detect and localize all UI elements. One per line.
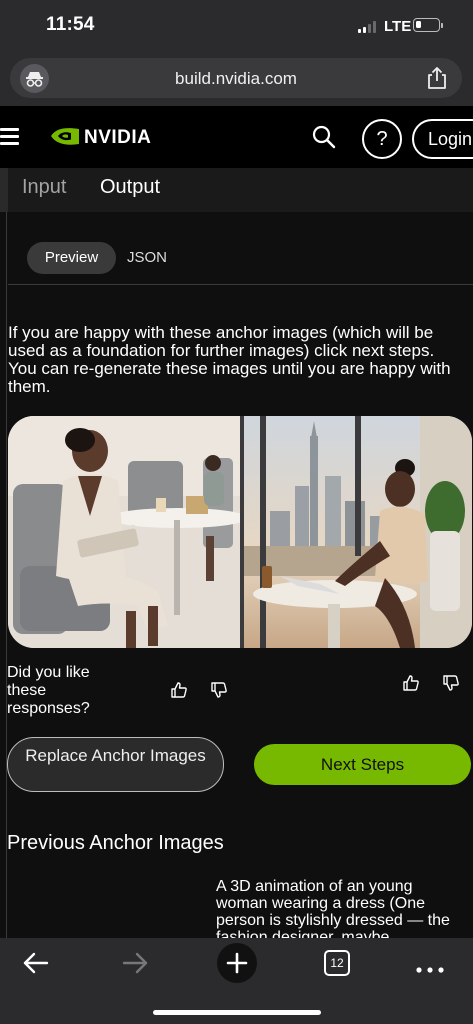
network-label: LTE bbox=[384, 18, 412, 35]
status-time: 11:54 bbox=[46, 14, 95, 35]
thumbs-up-icon[interactable] bbox=[402, 674, 420, 692]
tabs-icon[interactable]: 12 bbox=[324, 950, 350, 976]
tab-input[interactable]: Input bbox=[22, 176, 66, 199]
more-icon[interactable] bbox=[416, 960, 444, 978]
share-icon[interactable] bbox=[424, 65, 450, 91]
next-steps-button[interactable]: Next Steps bbox=[254, 744, 471, 785]
anchor-image-2[interactable] bbox=[240, 416, 472, 648]
menu-icon[interactable] bbox=[0, 128, 20, 146]
tab-output[interactable]: Output bbox=[100, 176, 160, 199]
site-header: NVIDIA ? Login bbox=[0, 106, 473, 168]
intro-text: If you are happy with these anchor image… bbox=[8, 323, 451, 396]
nvidia-logo-icon[interactable] bbox=[49, 125, 81, 147]
brand-wordmark[interactable]: NVIDIA bbox=[84, 127, 151, 149]
previous-anchor-description: A 3D animation of an young woman wearing… bbox=[216, 878, 450, 946]
search-icon[interactable] bbox=[311, 124, 337, 150]
feedback-question: Did you like these responses? bbox=[7, 664, 90, 717]
previous-anchor-images-title: Previous Anchor Images bbox=[7, 832, 224, 854]
io-tabs: Input Output bbox=[0, 168, 473, 212]
preview-toggle[interactable]: Preview bbox=[27, 242, 116, 274]
browser-address-area: build.nvidia.com bbox=[0, 54, 473, 106]
anchor-image-gallery bbox=[8, 416, 472, 648]
status-bar: 11:54 LTE bbox=[0, 0, 473, 54]
new-tab-icon[interactable] bbox=[216, 942, 258, 989]
replace-anchor-images-button[interactable]: Replace Anchor Images bbox=[7, 737, 224, 792]
divider bbox=[8, 284, 473, 285]
forward-icon bbox=[121, 950, 149, 981]
anchor-image-1[interactable] bbox=[8, 416, 248, 648]
battery-icon bbox=[413, 18, 440, 32]
home-indicator bbox=[153, 1010, 321, 1015]
thumbs-up-icon[interactable] bbox=[170, 681, 188, 699]
thumbs-down-icon[interactable] bbox=[442, 674, 460, 692]
battery-tip bbox=[441, 23, 443, 28]
signal-icon bbox=[358, 21, 380, 33]
thumbs-down-icon[interactable] bbox=[210, 681, 228, 699]
help-button[interactable]: ? bbox=[362, 119, 402, 159]
address-bar[interactable]: build.nvidia.com bbox=[10, 58, 462, 98]
login-button[interactable]: Login bbox=[412, 119, 473, 159]
back-icon[interactable] bbox=[22, 950, 50, 981]
json-toggle[interactable]: JSON bbox=[127, 242, 167, 274]
url-text[interactable]: build.nvidia.com bbox=[10, 69, 462, 89]
